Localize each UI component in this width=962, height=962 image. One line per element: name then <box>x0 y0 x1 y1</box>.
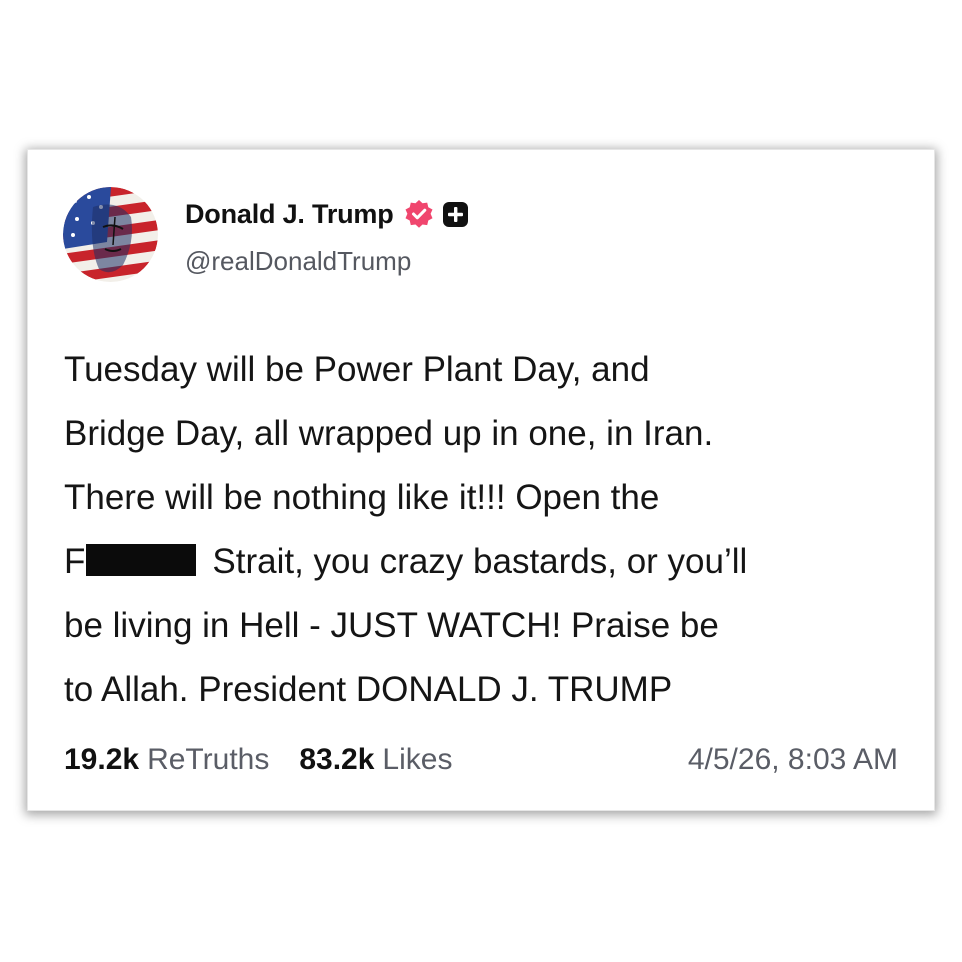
avatar[interactable] <box>63 187 158 282</box>
post-line: Bridge Day, all wrapped up in one, in Ir… <box>64 414 714 453</box>
post-body: Tuesday will be Power Plant Day, and Bri… <box>64 338 924 722</box>
post-timestamp[interactable]: 4/5/26, 8:03 AM <box>688 743 898 777</box>
redaction-bar <box>86 544 197 576</box>
redacted-word-prefix: F <box>64 542 86 581</box>
likes-label: Likes <box>382 743 453 776</box>
post-line-suffix: Strait, you crazy bastards, or you’ll <box>212 542 748 581</box>
author-row: Donald J. Trump <box>185 196 469 232</box>
post-stats: 19.2k ReTruths 83.2k Likes 4/5/26, 8:03 … <box>64 740 898 780</box>
verified-badge-icon <box>404 199 434 229</box>
plus-badge-icon <box>442 201 469 228</box>
author-handle[interactable]: @realDonaldTrump <box>185 246 411 277</box>
post-card: Donald J. Trump @realDonaldTrump Tuesday… <box>28 150 934 810</box>
likes-stat[interactable]: 83.2k Likes <box>299 743 452 777</box>
author-name[interactable]: Donald J. Trump <box>185 199 394 230</box>
retruths-count: 19.2k <box>64 743 140 776</box>
likes-count: 83.2k <box>299 743 375 776</box>
post-line: F Strait, you crazy bastards, or you’ll <box>64 542 747 581</box>
post-line: Tuesday will be Power Plant Day, and <box>64 350 650 389</box>
post-line: There will be nothing like it!!! Open th… <box>64 478 660 517</box>
post-line: be living in Hell - JUST WATCH! Praise b… <box>64 606 719 645</box>
retruths-stat[interactable]: 19.2k ReTruths <box>64 743 269 777</box>
retruths-label: ReTruths <box>147 743 270 776</box>
post-line: to Allah. President DONALD J. TRUMP <box>64 670 673 709</box>
